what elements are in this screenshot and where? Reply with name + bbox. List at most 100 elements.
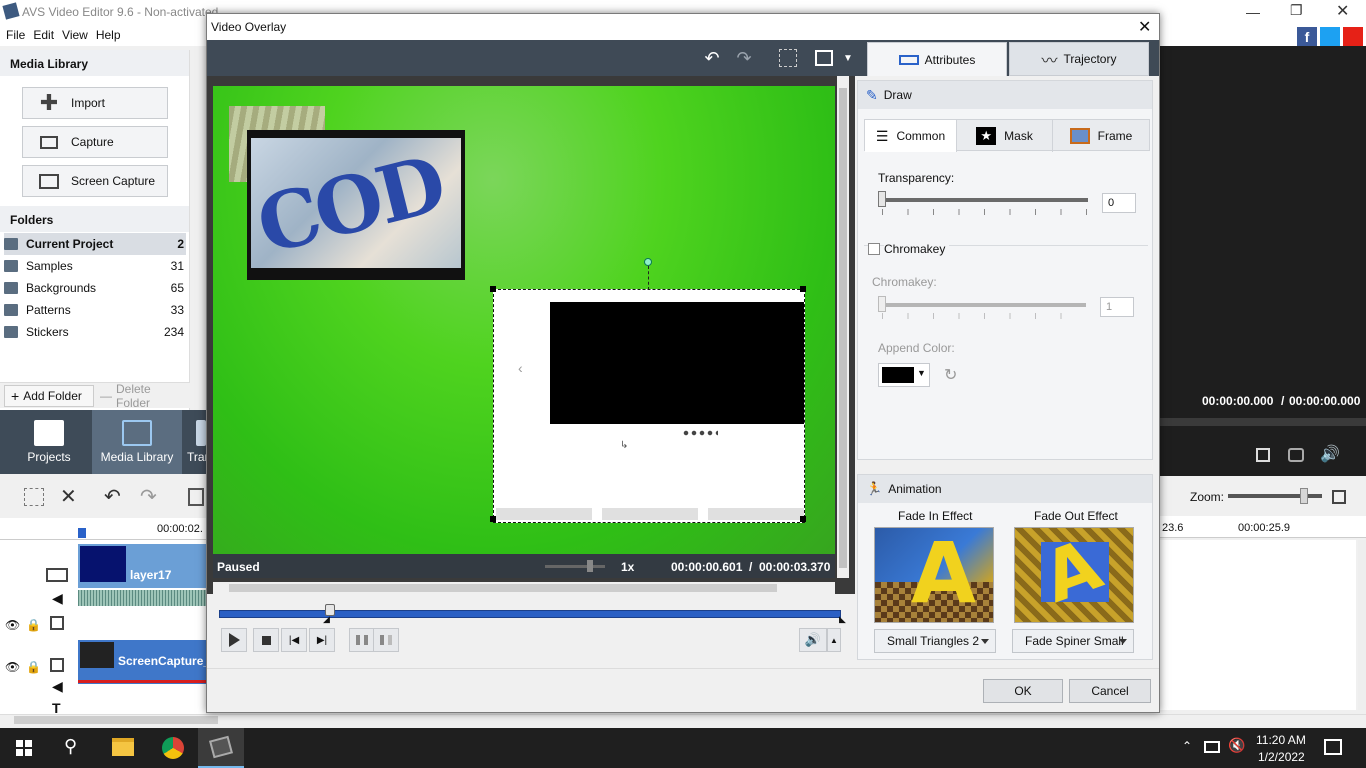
chromakey-slider-thumb[interactable] — [878, 296, 886, 312]
film-icon[interactable] — [188, 488, 204, 506]
resize-handle-tl[interactable] — [490, 286, 496, 292]
close-app-icon[interactable]: ✕ — [1336, 1, 1349, 21]
eye-icon[interactable]: 👁 — [5, 660, 20, 674]
transparency-slider[interactable] — [880, 198, 1088, 202]
minimize-icon[interactable]: — — [1246, 4, 1260, 20]
youtube-icon[interactable] — [1343, 27, 1363, 47]
eye-icon[interactable]: 👁 — [5, 618, 20, 632]
notifications-icon[interactable] — [1324, 739, 1342, 755]
subtab-mask[interactable]: ★ Mask — [957, 120, 1053, 152]
transparency-input[interactable]: 0 — [1102, 193, 1136, 213]
screen-capture-button[interactable]: Screen Capture — [22, 165, 168, 197]
fullscreen-icon[interactable] — [1256, 448, 1270, 462]
split-left-button[interactable] — [349, 628, 375, 652]
folder-backgrounds[interactable]: Backgrounds 65 — [4, 277, 186, 299]
cancel-button[interactable]: Cancel — [1069, 679, 1151, 703]
resize-handle-br[interactable] — [800, 516, 806, 522]
fade-out-dropdown[interactable]: Fade Spiner Small — [1012, 629, 1134, 653]
chevron-down-icon[interactable]: ▼ — [837, 48, 859, 68]
volume-menu-button[interactable]: ▲ — [827, 628, 841, 652]
fit-icon[interactable] — [1332, 490, 1346, 504]
ok-button[interactable]: OK — [983, 679, 1063, 703]
rotate-handle[interactable] — [644, 258, 652, 266]
chrome-icon[interactable] — [162, 737, 184, 759]
color-picker[interactable]: ▼ — [878, 363, 930, 387]
dialog-close-icon[interactable]: ✕ — [1138, 17, 1151, 37]
undo-icon[interactable]: ↶ — [104, 484, 121, 509]
scrollbar-thumb[interactable] — [14, 716, 218, 724]
speed-slider[interactable] — [545, 565, 605, 568]
subtab-frame[interactable]: Frame — [1053, 120, 1149, 152]
stop-button[interactable] — [253, 628, 279, 652]
mode-projects[interactable]: Projects — [4, 410, 94, 474]
zoom-slider-thumb[interactable] — [1300, 488, 1308, 504]
redo-icon[interactable]: ↷ — [733, 48, 755, 68]
vertical-scrollbar[interactable] — [1358, 540, 1366, 710]
search-icon[interactable]: ⚲ — [64, 736, 77, 757]
clock-date[interactable]: 1/2/2022 — [1258, 750, 1305, 764]
volume-button[interactable]: 🔊 — [799, 628, 827, 652]
overlay-clip-screencapture[interactable]: ScreenCapture_ — [78, 640, 210, 684]
reset-color-icon[interactable]: ↻ — [944, 365, 957, 385]
snapshot-icon[interactable] — [1288, 448, 1304, 462]
speed-slider-thumb[interactable] — [587, 560, 593, 572]
clock-time[interactable]: 11:20 AM — [1256, 733, 1306, 747]
tab-trajectory[interactable]: 〰 Trajectory — [1009, 42, 1149, 76]
menu-view[interactable]: View — [60, 24, 90, 46]
lock-icon[interactable]: 🔒 — [26, 660, 41, 674]
mode-media-library[interactable]: Media Library — [92, 410, 182, 474]
tab-attributes[interactable]: Attributes — [867, 42, 1007, 76]
delete-icon[interactable]: ✕ — [60, 484, 77, 509]
capture-button[interactable]: Capture — [22, 126, 168, 158]
fade-in-dropdown[interactable]: Small Triangles 2 — [874, 629, 996, 653]
chromakey-slider[interactable] — [880, 303, 1086, 307]
grid-icon[interactable] — [777, 48, 799, 68]
delete-folder-button[interactable]: — Delete Folder — [100, 382, 188, 410]
folder-stickers[interactable]: Stickers 234 — [4, 321, 186, 343]
preview-hscroll-thumb[interactable] — [229, 584, 777, 592]
undo-icon[interactable]: ↶ — [701, 48, 723, 68]
lock-icon[interactable]: 🔒 — [26, 618, 41, 632]
aspect-ratio-icon[interactable] — [813, 48, 835, 68]
video-clip-layer17[interactable]: layer17 — [78, 544, 206, 588]
preview-progress-bar[interactable] — [1160, 418, 1366, 426]
folder-samples[interactable]: Samples 31 — [4, 255, 186, 277]
previous-frame-button[interactable]: |◀ — [281, 628, 307, 652]
twitter-icon[interactable] — [1320, 27, 1340, 47]
menu-help[interactable]: Help — [94, 24, 123, 46]
chromakey-input[interactable]: 1 — [1100, 297, 1134, 317]
network-icon[interactable] — [1204, 741, 1220, 753]
volume-icon[interactable]: 🔊 — [1320, 444, 1340, 464]
folder-patterns[interactable]: Patterns 33 — [4, 299, 186, 321]
add-folder-button[interactable]: + Add Folder — [4, 385, 94, 407]
mode-transitions[interactable]: Tran — [180, 410, 206, 474]
storyboard-icon[interactable] — [24, 488, 44, 506]
chevron-up-icon[interactable]: ⌃ — [1182, 739, 1192, 753]
video-preview[interactable]: COD ‹ ↳ — [213, 86, 835, 554]
fade-out-thumbnail[interactable]: A — [1014, 527, 1134, 623]
restore-icon[interactable]: ❐ — [1290, 2, 1303, 19]
menu-edit[interactable]: Edit — [31, 24, 56, 46]
avs-taskbar-button[interactable] — [198, 728, 244, 768]
next-frame-button[interactable]: ▶| — [309, 628, 335, 652]
facebook-icon[interactable]: f — [1297, 27, 1317, 47]
fade-in-thumbnail[interactable]: A — [874, 527, 994, 623]
subtab-common[interactable]: ☰ Common — [865, 120, 957, 152]
file-explorer-icon[interactable] — [112, 738, 134, 756]
chromakey-checkbox[interactable] — [868, 243, 880, 255]
volume-muted-icon[interactable]: 🔇 — [1228, 737, 1245, 754]
resize-handle-tr[interactable] — [800, 286, 806, 292]
playhead-marker[interactable] — [78, 528, 86, 538]
preview-vscroll-thumb[interactable] — [839, 88, 847, 568]
resize-handle-bl[interactable] — [490, 516, 496, 522]
windows-start-icon[interactable] — [16, 740, 32, 756]
split-right-button[interactable] — [373, 628, 399, 652]
seek-bar[interactable] — [219, 610, 841, 618]
play-button[interactable] — [221, 628, 247, 652]
folder-current-project[interactable]: Current Project 2 — [4, 233, 186, 255]
redo-icon[interactable]: ↷ — [140, 484, 157, 509]
transparency-slider-thumb[interactable] — [878, 191, 886, 207]
menu-file[interactable]: File — [4, 24, 27, 46]
selected-overlay-object[interactable]: ‹ ↳ — [490, 286, 806, 523]
import-button[interactable]: ✚ Import — [22, 87, 168, 119]
